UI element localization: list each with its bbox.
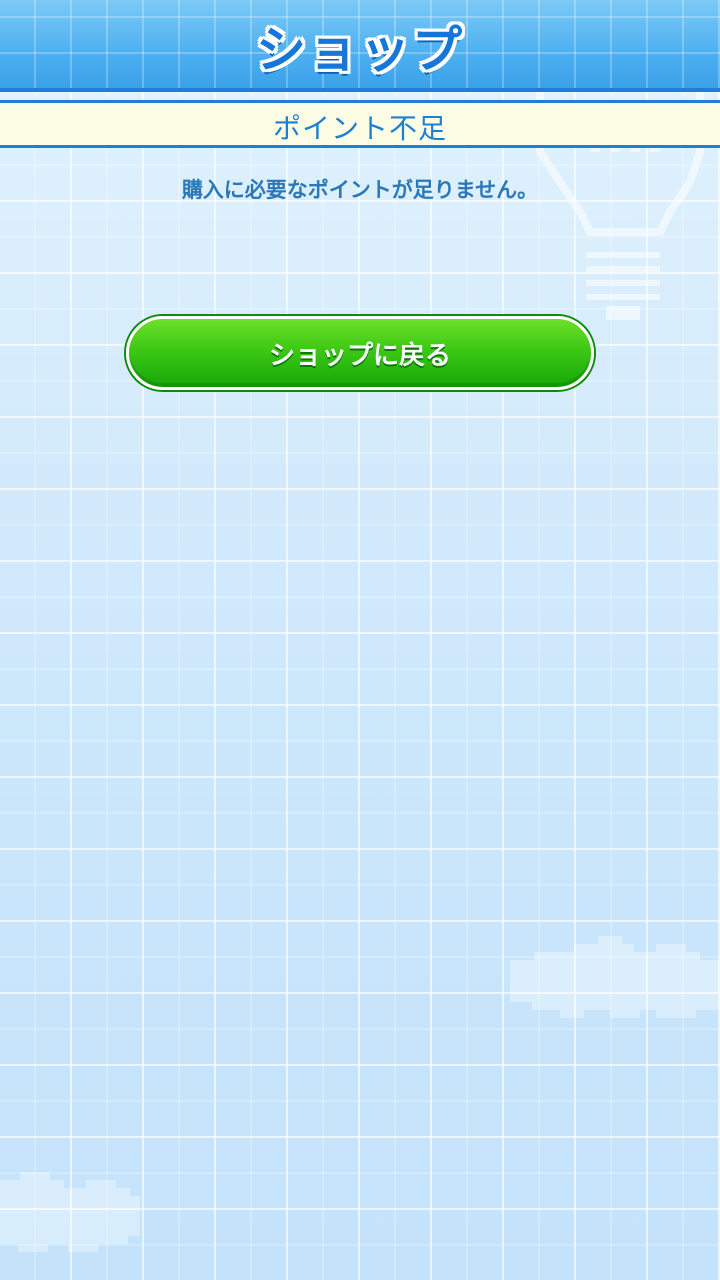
cloud-icon bbox=[0, 1172, 140, 1252]
back-to-shop-label: ショップに戻る bbox=[268, 340, 451, 371]
back-to-shop-button[interactable]: ショップに戻る bbox=[126, 316, 594, 390]
notice-title-band: ポイント不足 bbox=[0, 100, 720, 148]
notice-title: ポイント不足 bbox=[272, 112, 447, 145]
header-bar: ショップ bbox=[0, 0, 720, 92]
notice-message: 購入に必要なポイントが足りません。 bbox=[181, 178, 539, 202]
cloud-icon bbox=[510, 936, 720, 1018]
page-title: ショップ bbox=[256, 21, 464, 79]
